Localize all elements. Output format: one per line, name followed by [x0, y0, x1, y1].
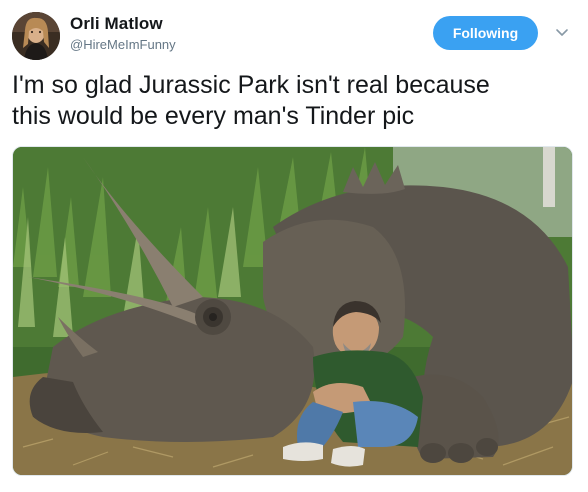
author-handle[interactable]: @HireMeImFunny	[70, 37, 176, 52]
tweet-text-line-1: I'm so glad Jurassic Park isn't real bec…	[12, 71, 490, 99]
tweet-photo[interactable]	[12, 146, 573, 476]
tweet-text-line-2: this would be every man's Tinder pic	[12, 102, 415, 130]
author-name[interactable]: Orli Matlow	[70, 14, 163, 34]
tweet-text: I'm so glad Jurassic Park isn't real bec…	[12, 70, 572, 132]
avatar[interactable]	[12, 12, 60, 60]
following-button[interactable]: Following	[433, 16, 538, 50]
tweet-header: Orli Matlow @HireMeImFunny Following	[0, 0, 588, 70]
chevron-down-icon[interactable]	[554, 24, 570, 40]
